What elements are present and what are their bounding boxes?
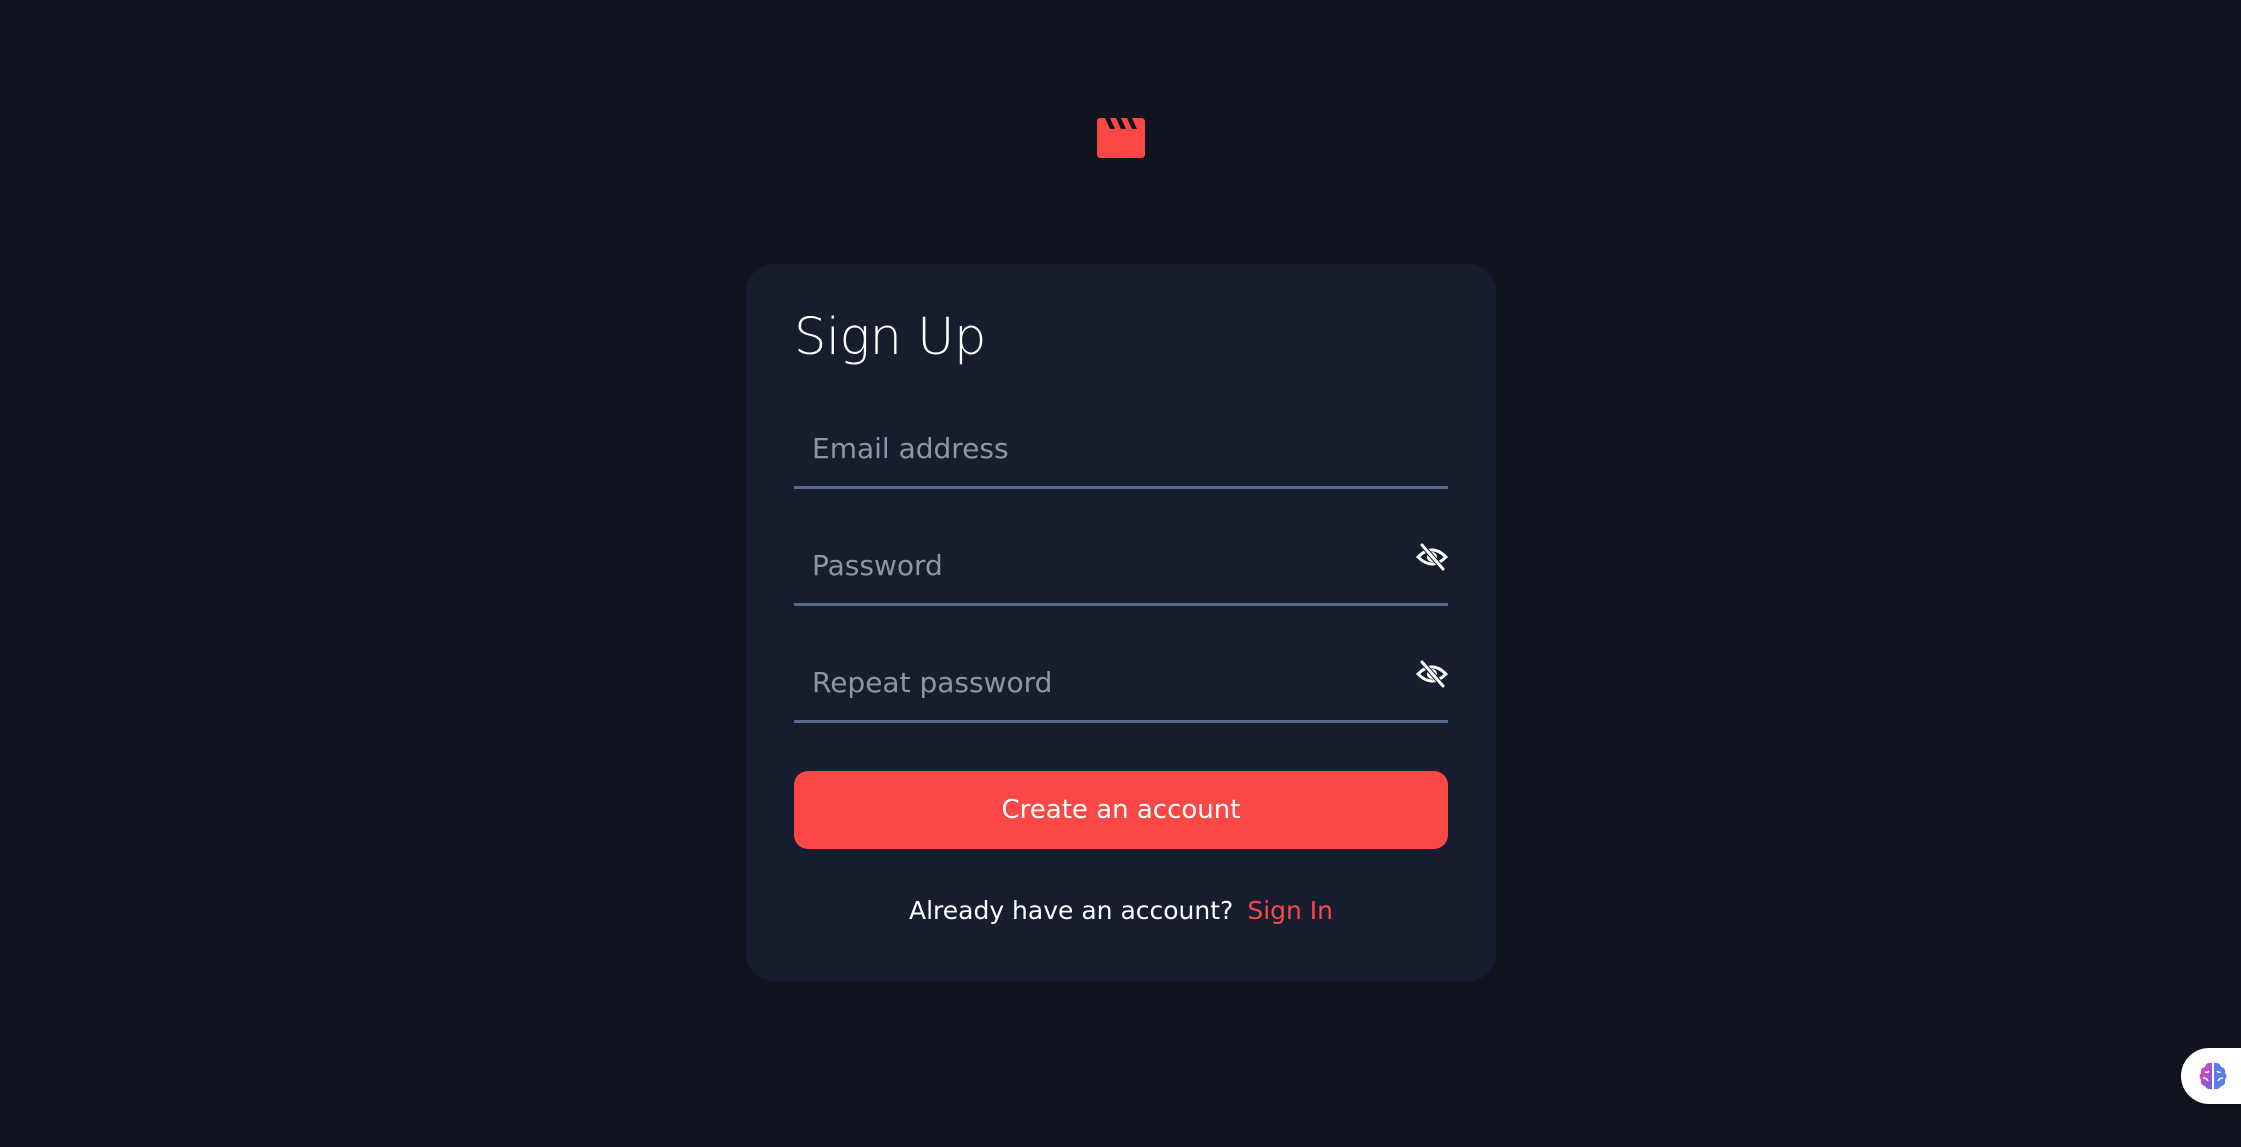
extension-widget[interactable] (2181, 1048, 2241, 1104)
repeat-password-field-wrapper (794, 645, 1448, 723)
email-field[interactable] (794, 411, 1448, 486)
create-account-button[interactable]: Create an account (794, 771, 1448, 849)
signin-prompt-text: Already have an account? (908, 896, 1234, 925)
signin-prompt: Already have an account? Sign In (746, 896, 1496, 925)
repeat-password-field[interactable] (794, 645, 1448, 720)
eye-slash-icon[interactable] (1416, 542, 1448, 572)
eye-slash-icon[interactable] (1416, 659, 1448, 689)
password-field[interactable] (794, 528, 1448, 603)
page-title: Sign Up (794, 308, 986, 367)
password-field-wrapper (794, 528, 1448, 606)
movie-clapper-icon[interactable] (1097, 118, 1145, 158)
email-field-wrapper (794, 411, 1448, 489)
brain-icon (2199, 1062, 2227, 1090)
sign-in-link[interactable]: Sign In (1247, 896, 1333, 925)
signup-card: Sign Up Create an account Already have a… (746, 264, 1496, 981)
